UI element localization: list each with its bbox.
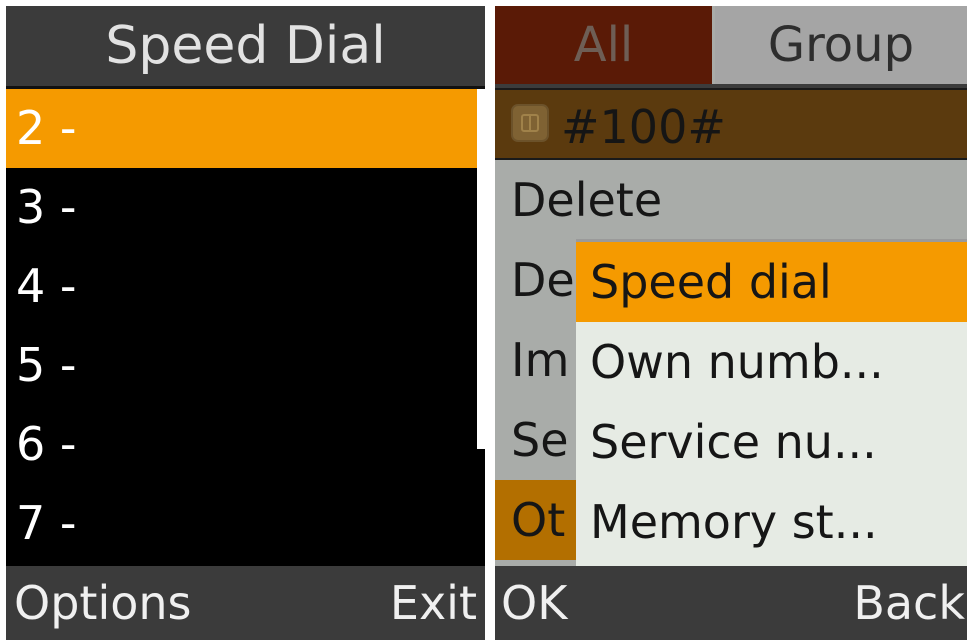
- options-softkey[interactable]: Options: [14, 566, 192, 640]
- tab-group[interactable]: Group: [715, 6, 967, 84]
- contacts-options-screen: All Group #100# Delete De Im Se Ot Speed…: [495, 6, 967, 640]
- scrollbar-thumb[interactable]: [477, 89, 485, 449]
- other-submenu: Speed dial Own numb... Service nu... Mem…: [576, 239, 967, 566]
- softkey-bar: OK Back: [495, 566, 967, 640]
- tab-all[interactable]: All: [495, 6, 712, 84]
- speed-dial-entry-4[interactable]: 4 -: [6, 247, 477, 326]
- page-title: Speed Dial: [6, 6, 485, 86]
- contact-number: #100#: [561, 100, 726, 154]
- ok-softkey[interactable]: OK: [501, 566, 567, 640]
- back-softkey[interactable]: Back: [853, 566, 965, 640]
- speed-dial-entry-3[interactable]: 3 -: [6, 168, 477, 247]
- submenu-item-memory-status[interactable]: Memory st...: [576, 482, 967, 562]
- submenu-item-service-numbers[interactable]: Service nu...: [576, 402, 967, 482]
- speed-dial-entry-5[interactable]: 5 -: [6, 326, 477, 405]
- speed-dial-entry-2[interactable]: 2 -: [6, 89, 477, 168]
- contact-row[interactable]: #100#: [495, 88, 967, 160]
- scrollbar[interactable]: [477, 89, 485, 566]
- sim-card-icon: [511, 104, 549, 142]
- speed-dial-entry-7[interactable]: 7 -: [6, 484, 477, 563]
- exit-softkey[interactable]: Exit: [390, 566, 477, 640]
- speed-dial-screen: Speed Dial 2 - 3 - 4 - 5 - 6 - 7 - Optio…: [6, 6, 485, 640]
- speed-dial-list: 2 - 3 - 4 - 5 - 6 - 7 -: [6, 89, 477, 563]
- submenu-item-own-number[interactable]: Own numb...: [576, 322, 967, 402]
- softkey-bar: Options Exit: [6, 566, 485, 640]
- speed-dial-entry-6[interactable]: 6 -: [6, 405, 477, 484]
- menu-item-ot[interactable]: Ot: [495, 480, 585, 560]
- submenu-item-speed-dial[interactable]: Speed dial: [576, 242, 967, 322]
- menu-item-delete[interactable]: Delete: [495, 160, 967, 240]
